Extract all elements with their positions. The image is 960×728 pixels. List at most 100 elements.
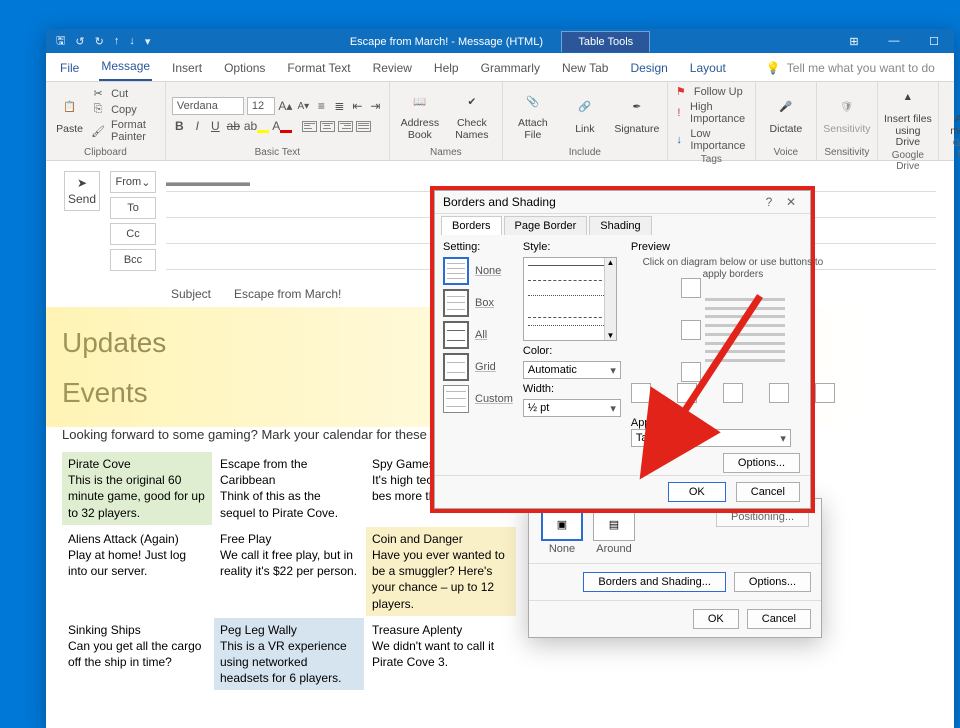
tab-format-text[interactable]: Format Text	[285, 57, 352, 81]
tab-new-tab[interactable]: New Tab	[560, 57, 610, 81]
tab-options[interactable]: Options	[222, 57, 267, 81]
numbering-icon[interactable]: ≣	[332, 99, 347, 113]
bullets-icon[interactable]: ≡	[314, 99, 329, 113]
qat-down-icon[interactable]: ↓	[129, 35, 135, 47]
to-button[interactable]: To	[110, 197, 156, 219]
cc-button[interactable]: Cc	[110, 223, 156, 245]
tab-help[interactable]: Help	[432, 57, 461, 81]
minimize-icon[interactable]: —	[874, 29, 914, 53]
from-button[interactable]: From ⌄	[110, 171, 156, 193]
cut-button[interactable]: ✂Cut	[91, 86, 159, 101]
shrink-font-icon[interactable]: A▾	[296, 101, 311, 112]
options-button[interactable]: Options...	[734, 572, 811, 592]
font-size-combo[interactable]: 12	[247, 97, 275, 115]
address-book-button[interactable]: 📖Address Book	[396, 88, 444, 141]
paste-button[interactable]: 📋 Paste	[52, 94, 87, 136]
setting-all[interactable]: All	[443, 321, 513, 349]
low-icon: ↓	[674, 134, 684, 146]
tab-borders[interactable]: Borders	[441, 216, 502, 235]
color-combo[interactable]: Automatic	[523, 361, 621, 379]
link-button[interactable]: 🔗Link	[561, 94, 609, 136]
ribbon-display-icon[interactable]: ⊞	[834, 29, 874, 53]
check-names-button[interactable]: ✔Check Names	[448, 88, 496, 141]
bold-button[interactable]: B	[172, 119, 187, 133]
tab-grammarly[interactable]: Grammarly	[479, 57, 542, 81]
align-right-icon[interactable]	[338, 121, 353, 132]
paste-label: Paste	[56, 124, 83, 136]
dialog-cancel-button[interactable]: Cancel	[736, 482, 800, 502]
contextual-tab[interactable]: Table Tools	[561, 31, 650, 52]
add-meeting-button[interactable]: 📷Add a meeting	[945, 84, 960, 137]
qat-customize-icon[interactable]: ▾	[145, 35, 151, 48]
ok-button[interactable]: OK	[693, 609, 739, 629]
insert-from-drive-button[interactable]: ▲Insert files using Drive	[884, 84, 932, 149]
edge-bottom-button[interactable]	[681, 362, 701, 382]
copy-button[interactable]: ⎘Copy	[91, 102, 159, 117]
format-painter-button[interactable]: 🖌Format Painter	[91, 118, 159, 144]
edge-right-button[interactable]	[723, 383, 743, 403]
width-combo[interactable]: ½ pt	[523, 399, 621, 417]
scroll-up-icon[interactable]: ▲	[606, 258, 614, 267]
send-button[interactable]: ➤ Send	[64, 171, 100, 211]
table-properties-dialog: ▣ None ▤ Around Positioning... Borders a…	[528, 498, 822, 638]
scroll-down-icon[interactable]: ▼	[606, 331, 614, 340]
font-name-combo[interactable]: Verdana	[172, 97, 244, 115]
paste-icon: 📋	[55, 94, 85, 122]
dialog-ok-button[interactable]: OK	[668, 482, 726, 502]
signature-button[interactable]: ✒Signature	[613, 94, 661, 136]
edge-vmid-button[interactable]	[677, 383, 697, 403]
tab-design[interactable]: Design	[628, 57, 669, 81]
redo-icon[interactable]: ↻	[95, 35, 104, 48]
grow-font-icon[interactable]: A▴	[278, 99, 293, 113]
setting-box[interactable]: Box	[443, 289, 513, 317]
edge-top-button[interactable]	[681, 278, 701, 298]
indent-icon[interactable]: ⇥	[368, 99, 383, 113]
attach-file-button[interactable]: 📎Attach File	[509, 88, 557, 141]
undo-icon[interactable]: ↺	[75, 35, 84, 48]
tab-layout[interactable]: Layout	[688, 57, 728, 81]
follow-up-button[interactable]: ⚑Follow Up	[674, 84, 749, 99]
setting-none[interactable]: None	[443, 257, 513, 285]
check-person-icon: ✔	[457, 88, 487, 116]
tab-shading[interactable]: Shading	[589, 216, 651, 235]
setting-grid[interactable]: Grid	[443, 353, 513, 381]
font-color-button[interactable]: A	[272, 119, 292, 133]
style-listbox[interactable]: ▲▼	[523, 257, 617, 341]
close-icon[interactable]: ✕	[780, 195, 802, 209]
underline-button[interactable]: U	[208, 119, 223, 133]
align-left-icon[interactable]	[302, 121, 317, 132]
save-icon[interactable]: 🖫	[56, 32, 65, 51]
tell-me-search[interactable]: 💡 Tell me what you want to do	[764, 57, 937, 81]
borders-and-shading-button[interactable]: Borders and Shading...	[583, 572, 726, 592]
apply-to-combo[interactable]: Table	[631, 429, 791, 447]
tab-message[interactable]: Message	[99, 55, 152, 81]
low-importance-button[interactable]: ↓Low Importance	[674, 127, 749, 153]
qat-up-icon[interactable]: ↑	[114, 35, 120, 47]
help-icon[interactable]: ?	[758, 195, 780, 209]
edge-left-button[interactable]	[631, 383, 651, 403]
bcc-button[interactable]: Bcc	[110, 249, 156, 271]
edge-hmid-button[interactable]	[681, 320, 701, 340]
cancel-button[interactable]: Cancel	[747, 609, 811, 629]
group-label-voice: Voice	[762, 146, 810, 158]
highlight-button[interactable]: ab	[244, 119, 269, 133]
italic-button[interactable]: I	[190, 119, 205, 133]
tab-insert[interactable]: Insert	[170, 57, 204, 81]
outdent-icon[interactable]: ⇤	[350, 99, 365, 113]
preview-diagram[interactable]	[631, 285, 835, 375]
tab-file[interactable]: File	[58, 57, 81, 81]
strike-button[interactable]: ab	[226, 119, 241, 133]
high-importance-button[interactable]: !High Importance	[674, 100, 749, 126]
tab-page-border[interactable]: Page Border	[504, 216, 588, 235]
dictate-button[interactable]: 🎤Dictate	[762, 94, 810, 136]
dialog-options-button[interactable]: Options...	[723, 453, 800, 473]
sensitivity-button[interactable]: 🛡Sensitivity	[823, 94, 871, 136]
edge-diag2-button[interactable]	[815, 383, 835, 403]
edge-diag1-button[interactable]	[769, 383, 789, 403]
setting-custom[interactable]: Custom	[443, 385, 513, 413]
tab-review[interactable]: Review	[371, 57, 414, 81]
align-center-icon[interactable]	[320, 121, 335, 132]
preview-hint: Click on diagram below or use buttons to…	[631, 257, 835, 281]
maximize-icon[interactable]: ☐	[914, 29, 954, 53]
align-justify-icon[interactable]	[356, 121, 371, 132]
